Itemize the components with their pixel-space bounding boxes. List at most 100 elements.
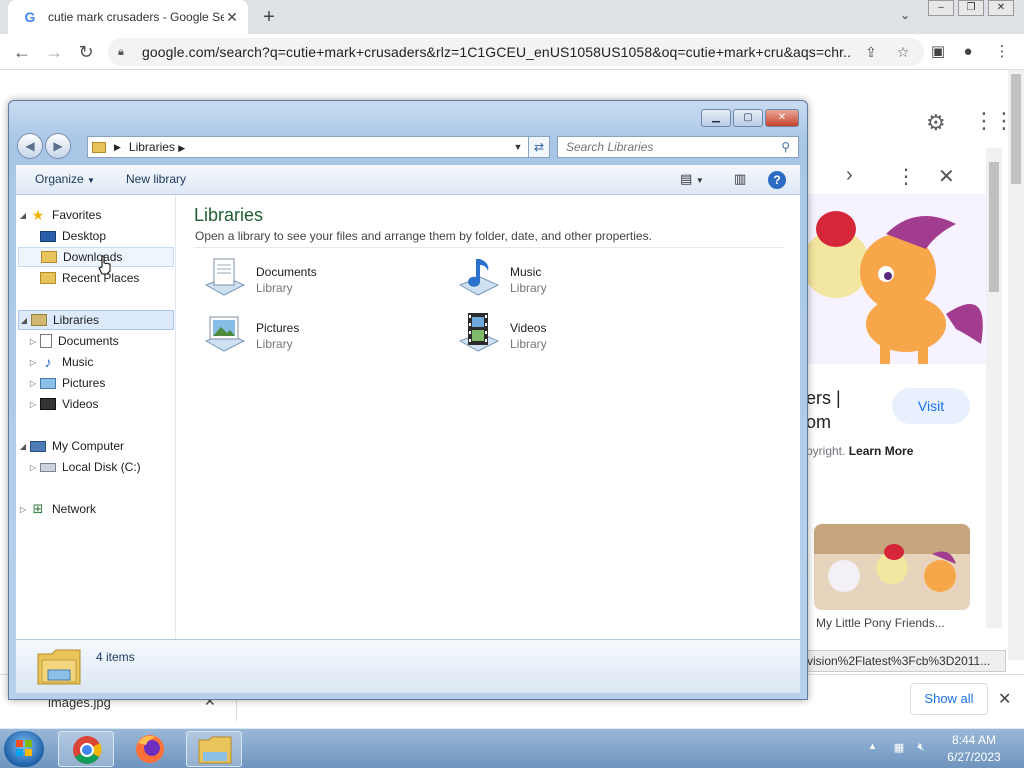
nav-item-my-computer[interactable]: ◢ My Computer [18,436,124,456]
expand-triangle-icon[interactable]: ▷ [28,379,38,388]
explorer-close-button[interactable]: ✕ [765,109,799,127]
nav-item-recent-places[interactable]: Recent Places [38,268,139,288]
library-name[interactable]: Music [510,265,541,279]
library-documents[interactable]: Documents Library [202,255,402,305]
new-library-button[interactable]: New library [126,172,186,186]
explorer-window-controls: ▁ ▢ ✕ [699,109,799,127]
chrome-menu-icon[interactable]: ⋮ [992,42,1012,62]
back-arrow-icon[interactable]: ← [10,40,34,64]
more-options-icon[interactable]: ⋮ [896,164,916,189]
taskbar-chrome[interactable] [58,731,114,767]
expand-triangle-icon[interactable]: ▷ [28,337,38,346]
tab-close-icon[interactable]: ✕ [224,9,240,26]
library-name[interactable]: Documents [256,265,317,279]
result-heading[interactable]: ers | om [806,386,841,434]
nav-item-favorites[interactable]: ◢ ★ Favorites [18,205,101,225]
breadcrumb[interactable]: Libraries ▶ [129,140,511,154]
library-folder-icon [92,141,106,153]
library-name[interactable]: Videos [510,321,546,335]
videos-library-icon [458,313,500,352]
nav-item-libraries[interactable]: ◢ Libraries [18,310,174,330]
bookmark-star-icon[interactable]: ☆ [892,44,914,61]
collapse-triangle-icon[interactable]: ◢ [18,442,28,451]
browser-toolbar: ← → ↻ 🔒︎ google.com/search?q=cutie+mark+… [0,34,1024,70]
documents-library-icon [204,258,246,296]
related-image-thumbnail[interactable] [814,524,970,610]
explorer-search-input[interactable] [566,140,782,154]
nav-item-network[interactable]: ▷ ⊞ Network [18,499,96,519]
tab-search-chevron-icon[interactable]: ⌄ [896,8,914,26]
library-name[interactable]: Pictures [256,321,299,335]
taskbar-explorer[interactable] [186,731,242,767]
start-button[interactable] [4,731,44,767]
explorer-address-bar[interactable]: ▶ Libraries ▶ ▼ [87,136,530,158]
explorer-maximize-button[interactable]: ▢ [733,109,763,127]
library-type: Library [256,337,293,351]
explorer-forward-icon[interactable]: ▶ [45,133,71,159]
profile-avatar-icon[interactable]: ● [958,42,978,62]
nav-item-pictures[interactable]: ▷ Pictures [28,373,105,393]
nav-item-local-disk[interactable]: ▷ Local Disk (C:) [28,457,141,477]
explorer-back-icon[interactable]: ◀ [17,133,43,159]
browser-close-button[interactable]: ✕ [988,0,1014,16]
libraries-content: Libraries Open a library to see your fil… [186,195,800,639]
help-icon[interactable]: ? [768,171,786,189]
expand-triangle-icon[interactable]: ▷ [28,463,38,472]
panel-scrollbar[interactable] [986,148,1002,628]
library-pictures[interactable]: Pictures Library [202,311,402,361]
search-icon[interactable]: ⚲ [781,140,790,154]
status-url-bubble: vision%2Flatest%3Fcb%3D2011... [802,650,1006,672]
library-videos[interactable]: Videos Library [456,311,656,361]
library-music[interactable]: Music Library [456,255,656,305]
settings-gear-icon[interactable]: ⚙ [926,110,946,136]
downloads-folder-icon [41,251,57,263]
url-text[interactable]: google.com/search?q=cutie+mark+crusaders… [142,44,850,60]
chevron-right-icon[interactable]: › [846,164,853,187]
close-icon[interactable]: ✕ [938,164,955,189]
explorer-minimize-button[interactable]: ▁ [701,109,731,127]
show-hidden-icons[interactable]: ▲ [868,741,877,751]
browser-tab[interactable]: G cutie mark crusaders - Google Search ✕ [8,0,248,34]
system-clock[interactable]: 8:44 AM 6/27/2023 [944,732,1004,766]
nav-item-downloads[interactable]: Downloads [18,247,174,267]
pictures-library-icon [204,316,246,352]
address-bar[interactable]: 🔒︎ google.com/search?q=cutie+mark+crusad… [108,38,924,66]
browser-restore-button[interactable]: ❐ [958,0,984,16]
page-scrollbar[interactable] [1008,70,1024,660]
hard-disk-icon [40,462,56,472]
organize-button[interactable]: Organize ▼ [35,172,95,186]
reload-icon[interactable]: ↻ [74,40,98,64]
nav-item-documents[interactable]: ▷ Documents [28,331,119,351]
expand-triangle-icon[interactable]: ▷ [18,505,28,514]
breadcrumb-arrow-icon[interactable]: ▶ [114,142,121,153]
nav-item-music[interactable]: ▷ ♪ Music [28,352,93,372]
new-tab-button[interactable]: + [258,6,280,28]
refresh-icon[interactable]: ⇄ [528,136,550,158]
nav-item-desktop[interactable]: Desktop [38,226,106,246]
expand-triangle-icon[interactable]: ▷ [28,358,38,367]
share-icon[interactable]: ⇪ [860,44,882,61]
library-type: Library [256,281,293,295]
taskbar-firefox[interactable] [122,731,178,767]
change-view-icon[interactable]: ▤ ▼ [680,171,704,187]
forward-arrow-icon[interactable]: → [42,40,66,64]
address-dropdown-icon[interactable]: ▼ [511,142,525,152]
expand-triangle-icon[interactable]: ▷ [28,400,38,409]
command-bar: Organize ▼ New library ▤ ▼ ▥ ? [16,165,800,195]
visit-button[interactable]: Visit [892,388,970,424]
pony-image[interactable] [806,194,990,364]
side-panel-icon[interactable]: ▣ [928,42,948,62]
nav-item-videos[interactable]: ▷ Videos [28,394,99,414]
close-download-shelf-icon[interactable]: ✕ [998,689,1011,709]
collapse-triangle-icon[interactable]: ◢ [18,211,28,220]
network-tray-icon[interactable]: ▦ [892,741,906,755]
show-all-button[interactable]: Show all [910,683,988,715]
volume-muted-icon[interactable]: 🔇︎ [914,741,928,755]
thumbnail-caption[interactable]: My Little Pony Friends... [816,616,945,630]
preview-pane-icon[interactable]: ▥ [734,171,746,187]
lock-icon[interactable]: 🔒︎ [118,46,132,59]
explorer-search-box[interactable]: ⚲ [557,136,799,158]
learn-more-link[interactable]: Learn More [849,444,914,458]
collapse-triangle-icon[interactable]: ◢ [19,316,29,325]
browser-minimize-button[interactable]: – [928,0,954,16]
